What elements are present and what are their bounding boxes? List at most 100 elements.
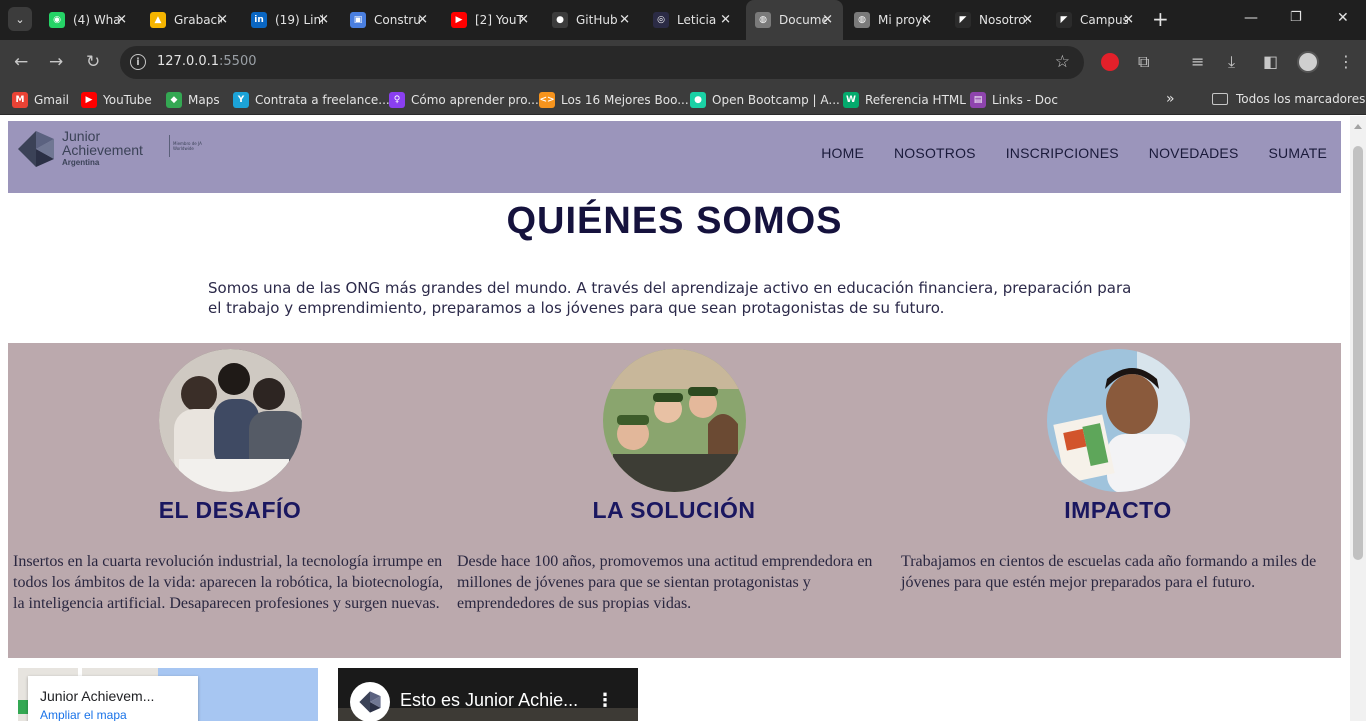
tab-search-button[interactable]: ⌄ xyxy=(8,7,32,31)
browser-tab[interactable]: ◍ Document✕ xyxy=(746,0,843,40)
card-desafio: EL DESAFÍO Insertos en la cuarta revoluc… xyxy=(8,343,452,658)
reload-button[interactable]: ↻ xyxy=(86,52,100,72)
tab-label: Construir xyxy=(374,13,422,27)
browser-tab[interactable]: in (19) LinkedIn✕ xyxy=(242,6,339,34)
cards-section: EL DESAFÍO Insertos en la cuarta revoluc… xyxy=(8,343,1341,658)
page-scrollbar[interactable] xyxy=(1350,116,1366,721)
download-icon[interactable]: ⤓ xyxy=(1228,53,1235,71)
card-impacto: IMPACTO Trabajamos en cientos de escuela… xyxy=(896,343,1340,658)
browser-tab[interactable]: ◍ Mi proyecto✕ xyxy=(845,6,942,34)
side-panel-icon[interactable]: ◧ xyxy=(1263,53,1278,71)
tab-label: [2] YouTube xyxy=(475,13,523,27)
nav-home[interactable]: HOME xyxy=(821,145,864,161)
bookmark-item[interactable]: ◆ Maps xyxy=(166,92,220,108)
card-solucion: LA SOLUCIÓN Desde hace 100 años, promove… xyxy=(452,343,896,658)
browser-tab[interactable]: ◤ Nosotros ✕ xyxy=(946,6,1043,34)
bookmark-label: Los 16 Mejores Boo... xyxy=(561,93,689,107)
bookmark-label: Links - Doc xyxy=(992,93,1058,107)
all-bookmarks-folder[interactable]: Todos los marcadores xyxy=(1212,92,1365,106)
address-bar[interactable]: i 127.0.0.1:5500 ☆ xyxy=(120,46,1084,79)
browser-tab[interactable]: ● GitHub ✕ xyxy=(543,6,640,34)
nav-inscripciones[interactable]: INSCRIPCIONES xyxy=(1006,145,1119,161)
browser-tab[interactable]: ▣ Construir✕ xyxy=(341,6,438,34)
close-tab-icon[interactable]: ✕ xyxy=(116,13,127,28)
browser-tab[interactable]: ▲ Grabaciones✕ xyxy=(141,6,238,34)
media-control-icon[interactable]: ≡ xyxy=(1191,53,1204,71)
close-tab-icon[interactable]: ✕ xyxy=(1123,13,1134,28)
embedded-map[interactable]: Junior Achievem... Ampliar el mapa xyxy=(18,668,318,721)
close-window-button[interactable]: ✕ xyxy=(1337,10,1349,26)
video-title[interactable]: Esto es Junior Achie... xyxy=(400,690,578,711)
new-tab-button[interactable]: + xyxy=(1152,9,1169,29)
close-tab-icon[interactable]: ✕ xyxy=(217,13,228,28)
nav-novedades[interactable]: NOVEDADES xyxy=(1149,145,1239,161)
logo-line-2: Achievement xyxy=(62,142,143,158)
browser-tab[interactable]: ◉ (4) WhatsApp✕ xyxy=(40,6,137,34)
site-info-icon[interactable]: i xyxy=(130,54,146,70)
more-bookmarks-chevron-icon[interactable]: » xyxy=(1166,91,1175,107)
map-route-badge xyxy=(18,700,28,714)
card-text: Desde hace 100 años, promovemos una acti… xyxy=(457,553,873,612)
whatsapp-icon: ◉ xyxy=(49,12,65,28)
bookmark-item[interactable]: W Referencia HTML xyxy=(843,92,966,108)
bookmark-item[interactable]: Y Contrata a freelance... xyxy=(233,92,390,108)
bookmark-star-icon[interactable]: ☆ xyxy=(1055,52,1070,72)
tab-strip: ⌄ ◉(4) WhatsApp✕▲Grabaciones✕in(19) Link… xyxy=(0,0,1366,40)
bookmark-item[interactable]: ♀ Cómo aprender pro... xyxy=(389,92,539,108)
linkedin-icon: in xyxy=(251,12,267,28)
extensions-icon[interactable]: ⧉ xyxy=(1138,53,1149,71)
map-enlarge-link[interactable]: Ampliar el mapa xyxy=(40,708,127,721)
back-button[interactable]: ← xyxy=(14,52,28,72)
close-tab-icon[interactable]: ✕ xyxy=(921,13,932,28)
close-tab-icon[interactable]: ✕ xyxy=(318,13,329,28)
bookmark-item[interactable]: ● Open Bootcamp | A... xyxy=(690,92,840,108)
solucion-photo xyxy=(603,349,746,492)
youtube-icon: ▶ xyxy=(81,92,97,108)
nav-sumate[interactable]: SUMATE xyxy=(1269,145,1328,161)
close-tab-icon[interactable]: ✕ xyxy=(417,13,428,28)
ja-triangle-logo-icon xyxy=(18,131,54,167)
bookmark-item[interactable]: ▤ Links - Doc xyxy=(970,92,1058,108)
youtube-icon: ▶ xyxy=(451,12,467,28)
tab-label: Campus xyxy=(1080,13,1128,27)
bookmark-label: Maps xyxy=(188,93,220,107)
tab-label: (4) WhatsApp xyxy=(73,13,121,27)
w3-icon: W xyxy=(843,92,859,108)
bookmark-label: Referencia HTML xyxy=(865,93,966,107)
site-icon: ◎ xyxy=(653,12,669,28)
page-title: QUIÉNES SOMOS xyxy=(506,200,843,242)
browser-tab[interactable]: ◎ Leticia ✕ xyxy=(644,6,741,34)
forward-button[interactable]: → xyxy=(49,52,63,72)
close-tab-icon[interactable]: ✕ xyxy=(822,13,833,28)
close-tab-icon[interactable]: ✕ xyxy=(720,13,731,28)
bootcamp-icon: ● xyxy=(690,92,706,108)
url-text[interactable]: 127.0.0.1:5500 xyxy=(157,54,257,69)
adblock-extension-icon[interactable] xyxy=(1101,53,1119,71)
code-icon: <> xyxy=(539,92,555,108)
minimize-button[interactable]: — xyxy=(1244,10,1258,26)
browser-tab[interactable]: ◤ Campus ✕ xyxy=(1047,6,1144,34)
video-menu-icon[interactable]: ⋮ xyxy=(596,690,614,711)
tab-label: Mi proyecto xyxy=(878,13,926,27)
scroll-up-arrow-icon[interactable] xyxy=(1354,124,1362,129)
bookmark-item[interactable]: <> Los 16 Mejores Boo... xyxy=(539,92,689,108)
close-tab-icon[interactable]: ✕ xyxy=(1022,13,1033,28)
globe-icon: ◍ xyxy=(755,12,771,28)
close-tab-icon[interactable]: ✕ xyxy=(518,13,529,28)
bookmark-item[interactable]: M Gmail xyxy=(12,92,69,108)
junior-achievement-logo[interactable]: Junior Achievement Argentina Miembro de … xyxy=(16,125,206,173)
impacto-photo xyxy=(1047,349,1190,492)
embedded-video[interactable]: Esto es Junior Achie... ⋮ xyxy=(338,668,638,721)
logo-line-1: Junior xyxy=(62,128,101,144)
scroll-thumb[interactable] xyxy=(1353,146,1363,560)
close-tab-icon[interactable]: ✕ xyxy=(619,13,630,28)
map-info-card: Junior Achievem... Ampliar el mapa xyxy=(28,676,198,721)
bookmark-item[interactable]: ▶ YouTube xyxy=(81,92,152,108)
browser-tab[interactable]: ▶ [2] YouTube✕ xyxy=(442,6,539,34)
channel-logo-icon[interactable] xyxy=(350,682,390,721)
profile-avatar[interactable] xyxy=(1297,51,1319,73)
restore-button[interactable]: ❐ xyxy=(1290,10,1302,25)
freelance-icon: Y xyxy=(233,92,249,108)
menu-kebab-icon[interactable]: ⋮ xyxy=(1338,53,1354,71)
nav-nosotros[interactable]: NOSOTROS xyxy=(894,145,976,161)
